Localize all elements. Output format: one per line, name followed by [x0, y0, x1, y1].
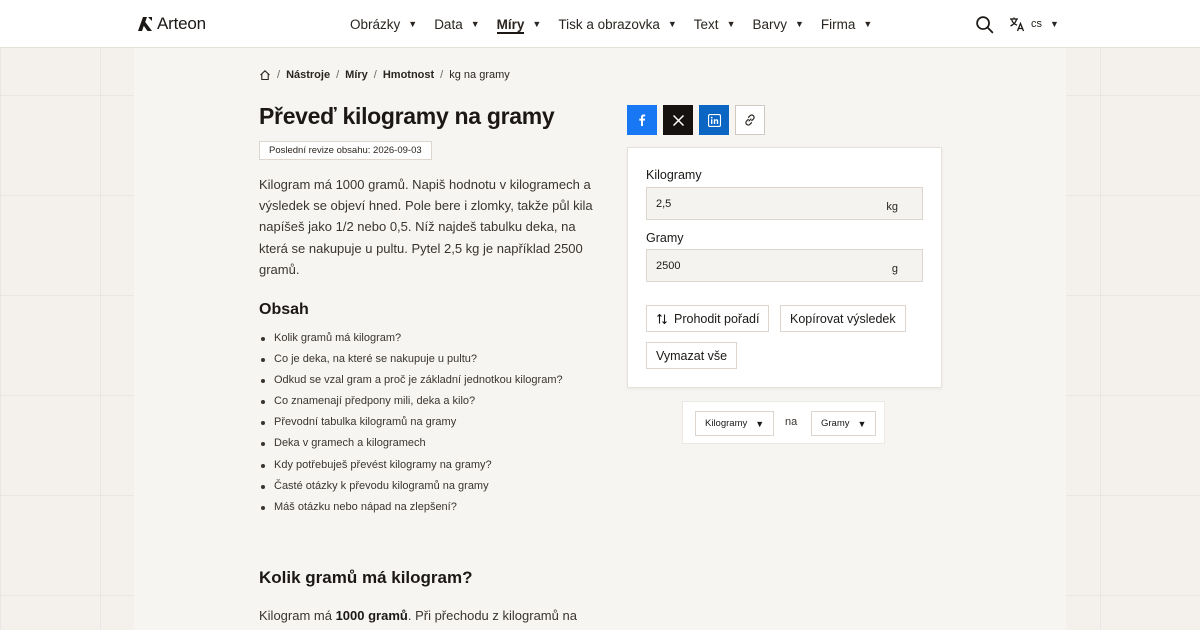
- language-switcher[interactable]: cs ▼: [1009, 14, 1059, 34]
- logo-mark-icon: [138, 17, 152, 31]
- translate-icon: [1010, 17, 1025, 32]
- caret-down-icon: ▼: [726, 19, 736, 29]
- toc-item[interactable]: Převodní tabulka kilogramů na gramy: [259, 412, 563, 433]
- gram-field: g: [646, 249, 923, 282]
- swap-order-button[interactable]: Prohodit pořadí: [646, 305, 770, 332]
- share-linkedin-button[interactable]: [699, 105, 729, 135]
- kilogram-unit: kg: [886, 201, 898, 213]
- revision-badge: Poslední revize obsahu: 2026-09-03: [259, 141, 432, 160]
- content-panel: / Nástroje / Míry / Hmotnost / kg na gra…: [134, 48, 1066, 630]
- share-buttons: [627, 105, 771, 135]
- menu-label: Data: [434, 16, 463, 32]
- kilogram-field: kg: [646, 187, 923, 220]
- section-paragraph: Kilogram má 1000 gramů. Při přechodu z k…: [259, 608, 577, 623]
- section-text-bold: 1000 gramů: [335, 608, 408, 623]
- section-text-post: . Při přechodu z kilogramů na: [407, 608, 577, 623]
- section-text-pre: Kilogram má: [259, 608, 336, 623]
- linkedin-icon: [707, 113, 721, 127]
- caret-down-icon: ▼: [863, 19, 873, 29]
- swap-icon: [657, 313, 667, 324]
- breadcrumb-nastroje[interactable]: Nástroje: [286, 69, 330, 81]
- menu-label: Firma: [820, 16, 856, 32]
- to-unit-value: Gramy: [821, 418, 850, 429]
- top-navbar: Arteon Obrázky ▼ Data ▼ Míry ▼ Tisk a ob…: [0, 0, 1200, 48]
- toc-item[interactable]: Deka v gramech a kilogramech: [259, 433, 563, 454]
- breadcrumb-current: kg na gramy: [449, 69, 510, 81]
- selector-na-label: na: [785, 416, 798, 428]
- clear-all-button[interactable]: Vymazat vše: [646, 342, 738, 369]
- from-unit-value: Kilogramy: [705, 418, 748, 429]
- toc-item[interactable]: Kolik gramů má kilogram?: [259, 328, 563, 349]
- gram-label: Gramy: [646, 231, 684, 245]
- table-of-contents: Kolik gramů má kilogram? Co je deka, na …: [259, 328, 563, 518]
- unit-selector: Kilogramy ▼ na Gramy ▼: [682, 401, 885, 444]
- caret-down-icon: ▼: [755, 418, 765, 429]
- toc-title: Obsah: [259, 301, 309, 318]
- copy-result-label: Kopírovat výsledek: [790, 311, 896, 326]
- breadcrumb: / Nástroje / Míry / Hmotnost / kg na gra…: [259, 69, 510, 81]
- breadcrumb-separator: /: [277, 69, 281, 81]
- clear-all-label: Vymazat vše: [656, 348, 728, 363]
- toc-item[interactable]: Časté otázky k převodu kilogramů na gram…: [259, 476, 563, 497]
- home-icon[interactable]: [259, 69, 271, 81]
- caret-down-icon: ▼: [857, 418, 867, 429]
- menu-item-data[interactable]: Data ▼: [434, 0, 479, 48]
- toc-item[interactable]: Odkud se vzal gram a proč je základní je…: [259, 370, 563, 391]
- main-menu: Obrázky ▼ Data ▼ Míry ▼ Tisk a obrazovka…: [350, 0, 889, 48]
- toc-item[interactable]: Máš otázku nebo nápad na zlepšení?: [259, 497, 563, 518]
- link-icon: [745, 114, 755, 126]
- gram-input[interactable]: [647, 250, 877, 281]
- search-icon[interactable]: [975, 15, 994, 34]
- kilogram-input[interactable]: [647, 188, 877, 219]
- caret-down-icon: ▼: [795, 19, 804, 29]
- x-icon: [672, 114, 684, 126]
- menu-item-miry[interactable]: Míry ▼: [497, 0, 542, 48]
- caret-down-icon: ▼: [667, 19, 677, 29]
- gram-unit: g: [891, 263, 898, 275]
- menu-item-tisk-a-obrazovka[interactable]: Tisk a obrazovka ▼: [558, 0, 676, 48]
- page-title: Převeď kilogramy na gramy: [259, 103, 555, 129]
- share-facebook-button[interactable]: [627, 105, 657, 135]
- menu-item-obrazky[interactable]: Obrázky ▼: [350, 0, 417, 48]
- menu-label: Obrázky: [350, 16, 401, 32]
- swap-order-label: Prohodit pořadí: [674, 311, 760, 326]
- caret-down-icon: ▼: [470, 19, 480, 29]
- caret-down-icon: ▼: [532, 19, 542, 29]
- breadcrumb-separator: /: [373, 69, 377, 81]
- menu-label: Tisk a obrazovka: [558, 16, 660, 32]
- language-code: cs: [1031, 18, 1042, 30]
- intro-paragraph: Kilogram má 1000 gramů. Napiš hodnotu v …: [259, 177, 593, 277]
- logo[interactable]: Arteon: [137, 14, 206, 34]
- facebook-icon: [639, 114, 646, 126]
- breadcrumb-miry[interactable]: Míry: [345, 69, 368, 81]
- to-unit-select[interactable]: Gramy ▼: [811, 411, 877, 436]
- breadcrumb-separator: /: [336, 69, 340, 81]
- from-unit-select[interactable]: Kilogramy ▼: [695, 411, 775, 436]
- menu-label: Míry: [496, 16, 525, 32]
- share-x-button[interactable]: [663, 105, 693, 135]
- menu-label: Text: [693, 16, 719, 32]
- menu-item-firma[interactable]: Firma ▼: [821, 0, 872, 48]
- menu-item-text[interactable]: Text ▼: [694, 0, 736, 48]
- copy-link-button[interactable]: [735, 105, 765, 135]
- converter-card: Kilogramy kg Gramy g Prohodit pořadí Kop…: [627, 147, 942, 388]
- menu-label: Barvy: [752, 16, 787, 32]
- section-title: Kolik gramů má kilogram?: [259, 568, 473, 587]
- kilogram-label: Kilogramy: [646, 168, 702, 182]
- breadcrumb-separator: /: [440, 69, 444, 81]
- logo-text: Arteon: [157, 14, 206, 33]
- breadcrumb-hmotnost[interactable]: Hmotnost: [383, 69, 434, 81]
- toc-item[interactable]: Co je deka, na které se nakupuje u pultu…: [259, 349, 563, 370]
- caret-down-icon: ▼: [1050, 19, 1059, 29]
- toc-item[interactable]: Kdy potřebuješ převést kilogramy na gram…: [259, 455, 563, 476]
- copy-result-button[interactable]: Kopírovat výsledek: [780, 305, 906, 332]
- caret-down-icon: ▼: [408, 19, 418, 29]
- toc-item[interactable]: Co znamenají předpony mili, deka a kilo?: [259, 391, 563, 412]
- menu-item-barvy[interactable]: Barvy ▼: [752, 0, 803, 48]
